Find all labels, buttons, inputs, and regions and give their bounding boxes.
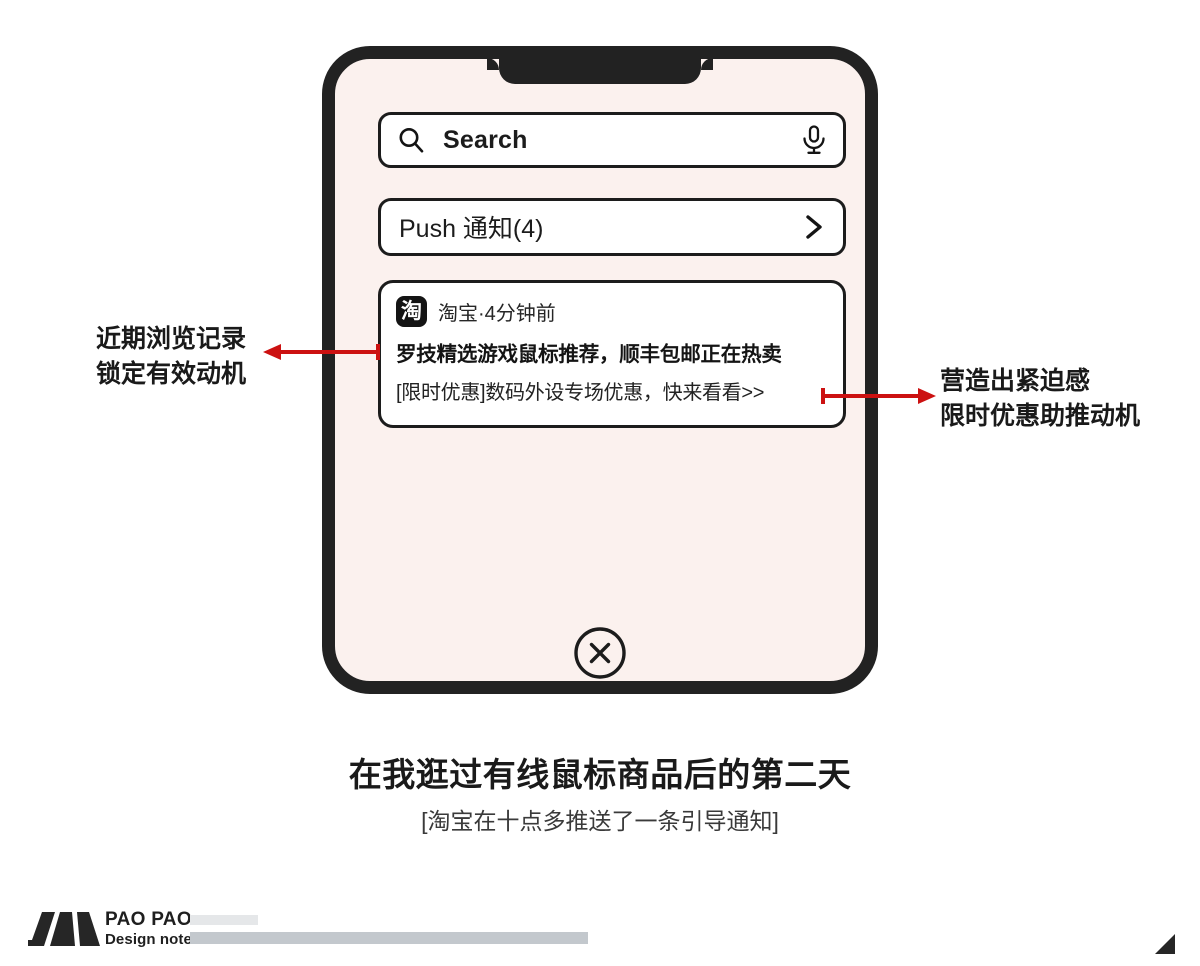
- notification-card[interactable]: 淘 淘宝·4分钟前 罗技精选游戏鼠标推荐，顺丰包邮正在热卖 [限时优惠]数码外设…: [378, 280, 846, 428]
- notification-meta: 淘宝·4分钟前: [438, 303, 556, 325]
- chevron-right-icon[interactable]: [803, 214, 825, 240]
- annotation-left-line-2: 锁定有效动机: [96, 359, 247, 388]
- annotation-left: 近期浏览记录 锁定有效动机: [96, 322, 246, 391]
- notification-header: 淘 淘宝·4分钟前: [396, 296, 828, 327]
- annotation-left-line-1: 近期浏览记录: [96, 325, 247, 353]
- search-bar[interactable]: Search: [378, 112, 846, 168]
- brand-tagline: Design notes: [105, 931, 201, 948]
- right-annotation-arrow: [821, 388, 936, 404]
- paopao-brand-text: PAO PAO Design notes: [105, 910, 200, 947]
- caption-subline: [淘宝在十点多推送了一条引导通知]: [421, 808, 779, 834]
- close-circle-icon: [574, 627, 626, 679]
- notification-body: [限时优惠]数码外设专场优惠，快来看看>>: [396, 382, 765, 404]
- page-root: Search Push 通知(4) 淘 淘宝·4分钟前 罗技精选游戏鼠标推荐，顺…: [0, 0, 1200, 966]
- paopao-logo-mark: [28, 908, 100, 955]
- left-annotation-arrow: [263, 344, 380, 360]
- taobao-app-icon: 淘: [396, 296, 427, 327]
- footer-bar-top: [190, 915, 258, 925]
- push-notification-row[interactable]: Push 通知(4): [378, 198, 846, 256]
- search-icon: [397, 126, 425, 154]
- phone-mockup: Search Push 通知(4) 淘 淘宝·4分钟前 罗技精选游戏鼠标推荐，顺…: [322, 46, 878, 694]
- close-button[interactable]: [573, 626, 627, 680]
- search-input[interactable]: Search: [443, 126, 528, 155]
- microphone-icon[interactable]: [801, 125, 827, 155]
- annotation-right: 营造出紧迫感 限时优惠助推动机: [940, 364, 1140, 433]
- push-row-label: Push 通知(4): [399, 215, 544, 243]
- brand-name: PAO PAO: [105, 909, 192, 930]
- caption-headline: 在我逛过有线鼠标商品后的第二天: [348, 756, 852, 793]
- notification-title: 罗技精选游戏鼠标推荐，顺丰包邮正在热卖: [396, 343, 782, 366]
- annotation-right-line-2: 限时优惠助推动机: [940, 401, 1141, 430]
- footer-bar-bottom: [190, 932, 588, 944]
- corner-triangle-mark: [1155, 934, 1175, 954]
- phone-screen: Search Push 通知(4) 淘 淘宝·4分钟前 罗技精选游戏鼠标推荐，顺…: [335, 59, 865, 681]
- annotation-right-line-1: 营造出紧迫感: [940, 367, 1091, 395]
